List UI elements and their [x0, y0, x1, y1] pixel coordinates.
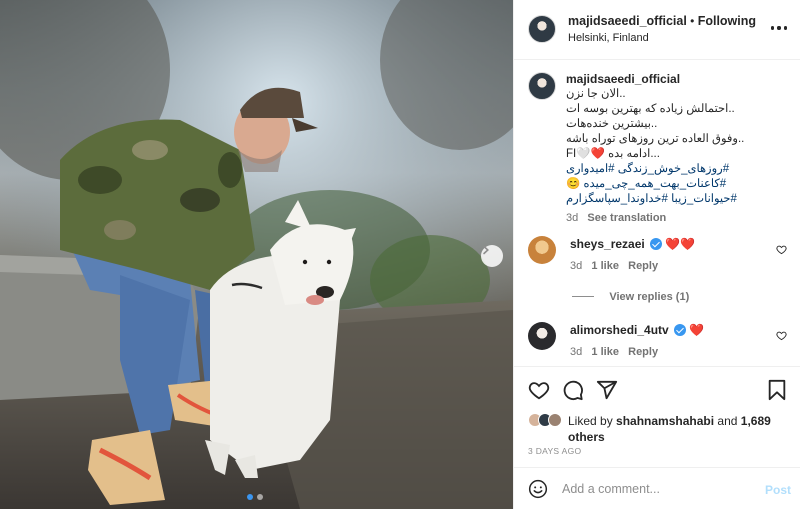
liker-avatar[interactable] — [548, 413, 562, 427]
chevron-right-icon — [483, 245, 489, 255]
comment-like-heart-icon[interactable] — [776, 330, 787, 341]
emoji-icon[interactable] — [528, 479, 548, 499]
share-paper-plane-icon[interactable] — [596, 379, 618, 401]
author-username[interactable]: majidsaeedi_official — [568, 14, 687, 28]
like-heart-icon[interactable] — [528, 379, 550, 401]
caption-line: ..بیشترین خنده‌هات — [566, 118, 658, 130]
comment-meta: 3d 1 like Reply — [570, 346, 658, 358]
comment-text: ❤️ — [689, 323, 705, 337]
comment-meta: 3d 1 like Reply — [570, 260, 658, 272]
author-avatar[interactable] — [528, 15, 556, 43]
location-link[interactable]: Helsinki, Finland — [568, 32, 649, 44]
post-header: majidsaeedi_official • Following Helsink… — [514, 0, 800, 60]
comment-time[interactable]: 3d — [570, 260, 582, 272]
caption-hashtags[interactable]: #حیوانات_زیبا #خداوندا_سپاسگزارم — [566, 192, 790, 207]
post-dialog: majidsaeedi_official • Following Helsink… — [0, 0, 800, 509]
post-photo[interactable] — [0, 0, 513, 509]
comment-input[interactable] — [562, 480, 742, 498]
post-comment-button[interactable]: Post — [765, 483, 791, 497]
likes-conjunction: and — [714, 414, 741, 428]
reply-button[interactable]: Reply — [628, 346, 658, 358]
caption-body: majidsaeedi_official ..الان جا نزن ..احت… — [566, 72, 790, 224]
post-details-panel: majidsaeedi_official • Following Helsink… — [513, 0, 800, 509]
comment-bubble-icon[interactable] — [562, 379, 584, 401]
caption-line: ..وفوق العاده ترین روزهای توراه باشه — [566, 133, 745, 145]
comment-body: alimorshedi_4utv ❤️ — [570, 323, 704, 337]
caption-avatar[interactable] — [528, 72, 556, 100]
commenter-avatar[interactable] — [528, 322, 556, 350]
view-replies-button[interactable]: View replies (1) — [609, 291, 689, 303]
comment-like-heart-icon[interactable] — [776, 244, 787, 255]
following-button[interactable]: Following — [698, 14, 756, 28]
comment-likes[interactable]: 1 like — [591, 346, 619, 358]
caption-hashtags[interactable]: #کاعنات_بهت_همه_چی_میده 😊 — [566, 177, 790, 192]
replies-divider — [572, 296, 594, 298]
verified-badge-icon — [674, 324, 687, 336]
author-row: majidsaeedi_official • Following — [568, 14, 756, 28]
next-photo-button[interactable] — [481, 245, 503, 267]
see-translation-button[interactable]: See translation — [587, 212, 666, 224]
caption-username[interactable]: majidsaeedi_official — [566, 72, 790, 87]
carousel-dot — [257, 494, 263, 500]
caption-time[interactable]: 3d — [566, 212, 578, 224]
comment-text: ❤️❤️ — [665, 237, 696, 251]
separator-dot: • — [690, 14, 695, 28]
photo-illustration — [0, 0, 513, 509]
commenter-username[interactable]: alimorshedi_4utv — [570, 323, 669, 337]
caption-line: ..الان جا نزن — [566, 88, 626, 100]
comment-time[interactable]: 3d — [570, 346, 582, 358]
caption-meta: 3d See translation — [566, 212, 790, 224]
comment-likes[interactable]: 1 like — [591, 260, 619, 272]
caption-line: ...ادامه بده ❤️🤍FI — [566, 148, 660, 160]
caption-hashtags[interactable]: #روزهای_خوش_زندگی #امیدواری — [566, 162, 790, 177]
likes-text: Liked by shahnamshahabi and 1,689 others — [568, 413, 788, 445]
more-options-icon[interactable] — [771, 23, 787, 33]
likes-count[interactable]: 1,689 — [741, 414, 771, 428]
verified-badge-icon — [650, 238, 663, 250]
commenter-avatar[interactable] — [528, 236, 556, 264]
commenter-username[interactable]: sheys_rezaei — [570, 237, 645, 251]
post-timestamp[interactable]: 3 DAYS AGO — [528, 446, 581, 456]
liker-username[interactable]: shahnamshahabi — [616, 414, 714, 428]
carousel-indicator — [247, 494, 263, 500]
view-replies-row[interactable]: View replies (1) — [572, 289, 689, 303]
save-bookmark-icon[interactable] — [767, 379, 787, 401]
liked-by-prefix: Liked by — [568, 414, 617, 428]
add-comment-bar: Post — [514, 467, 800, 509]
carousel-dot-active — [247, 494, 253, 500]
caption-line: ..احتمالش زیاده که بهترین بوسه ات — [566, 103, 735, 115]
likes-others[interactable]: others — [568, 430, 605, 444]
reply-button[interactable]: Reply — [628, 260, 658, 272]
comment-body: sheys_rezaei ❤️❤️ — [570, 237, 695, 251]
